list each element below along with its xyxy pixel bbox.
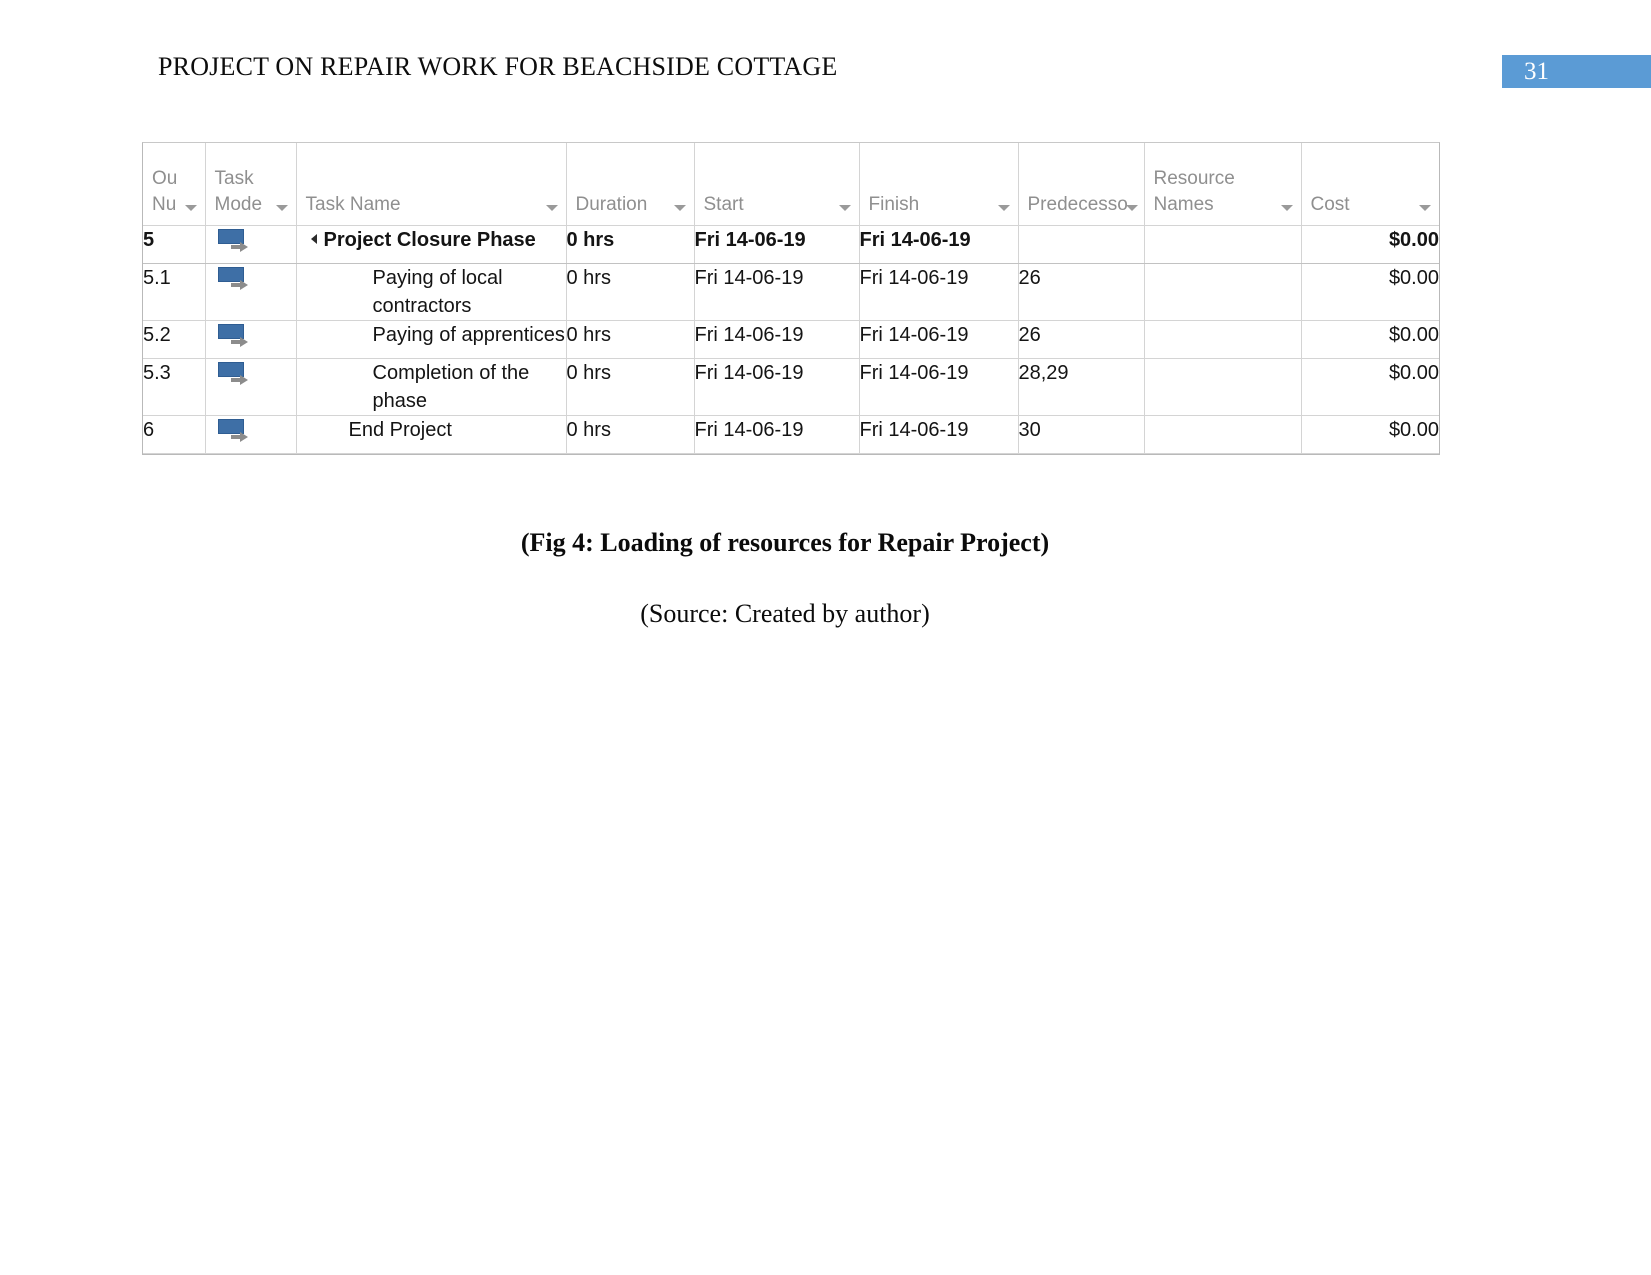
- cell-task-mode[interactable]: [205, 358, 297, 416]
- cell-outline-number: 5.3: [143, 358, 206, 416]
- column-header-cost[interactable]: Cost: [1301, 143, 1439, 226]
- filter-dropdown-icon[interactable]: [184, 205, 197, 211]
- table-body: 5 Project Closure Phase 0 hrs Fri 14-06-19 F…: [143, 225, 1439, 454]
- cell-task-name: Paying of local contractors: [296, 263, 567, 321]
- cell-predecessors: 26: [1018, 320, 1145, 359]
- filter-dropdown-icon[interactable]: [275, 205, 288, 211]
- cell-outline-number: 6: [143, 415, 206, 454]
- filter-dropdown-icon[interactable]: [838, 205, 851, 211]
- table-row[interactable]: 5.1 Paying of local contractors 0 hrs Fri 1…: [143, 263, 1439, 321]
- cell-cost: $0.00: [1301, 225, 1439, 264]
- column-header-label: Predecesso: [1027, 194, 1128, 215]
- document-header: PROJECT ON REPAIR WORK FOR BEACHSIDE COT…: [0, 0, 1651, 100]
- cell-duration: 0 hrs: [566, 415, 695, 454]
- table-header-row: Ou Nu Task Mode Task Name Duration Start…: [143, 143, 1439, 226]
- task-name-label: Paying of apprentices: [372, 324, 565, 346]
- cell-finish: Fri 14-06-19: [859, 415, 1019, 454]
- column-header-line2: Nu: [152, 194, 177, 215]
- cell-outline-number: 5.1: [143, 263, 206, 321]
- cell-task-name: Project Closure Phase: [296, 225, 567, 264]
- cell-resource-names: [1144, 415, 1302, 454]
- cell-task-name: Paying of apprentices: [296, 320, 567, 359]
- cell-predecessors: 28,29: [1018, 358, 1145, 416]
- cell-finish: Fri 14-06-19: [859, 225, 1019, 264]
- cell-cost: $0.00: [1301, 415, 1439, 454]
- cell-finish: Fri 14-06-19: [859, 358, 1019, 416]
- filter-dropdown-icon[interactable]: [545, 205, 558, 211]
- cell-predecessors: [1018, 225, 1145, 264]
- cell-finish: Fri 14-06-19: [859, 263, 1019, 321]
- column-header-label: Start: [703, 194, 744, 215]
- filter-dropdown-icon[interactable]: [1419, 205, 1431, 211]
- cell-duration: 0 hrs: [566, 263, 695, 321]
- column-header-duration[interactable]: Duration: [566, 143, 695, 226]
- page-number-badge: 31: [1502, 55, 1651, 88]
- column-header-finish[interactable]: Finish: [859, 143, 1019, 226]
- column-header-line1: Resource: [1153, 168, 1235, 189]
- cell-task-mode[interactable]: [205, 415, 297, 454]
- task-name-label: Completion of the phase: [372, 362, 530, 412]
- column-header-line1: Task: [214, 168, 254, 189]
- cell-outline-number: 5: [143, 225, 206, 264]
- cell-predecessors: 30: [1018, 415, 1145, 454]
- column-header-label: Finish: [868, 194, 920, 215]
- cell-resource-names: [1144, 320, 1302, 359]
- cell-duration: 0 hrs: [566, 358, 695, 416]
- page-title: PROJECT ON REPAIR WORK FOR BEACHSIDE COT…: [158, 52, 838, 81]
- cell-start: Fri 14-06-19: [694, 415, 860, 454]
- cell-start: Fri 14-06-19: [694, 358, 860, 416]
- cell-outline-number: 5.2: [143, 320, 206, 359]
- cell-finish: Fri 14-06-19: [859, 320, 1019, 359]
- cell-predecessors: 26: [1018, 263, 1145, 321]
- cell-start: Fri 14-06-19: [694, 263, 860, 321]
- column-header-line1: Ou: [152, 168, 178, 189]
- cell-task-mode[interactable]: [205, 320, 297, 359]
- filter-dropdown-icon[interactable]: [1280, 205, 1293, 211]
- column-header-resource-names[interactable]: Resource Names: [1144, 143, 1302, 226]
- project-schedule-table: Ou Nu Task Mode Task Name Duration Start…: [142, 142, 1440, 455]
- column-header-label: Cost: [1310, 194, 1350, 215]
- cell-cost: $0.00: [1301, 320, 1439, 359]
- task-name-label: Paying of local contractors: [372, 267, 503, 317]
- table-row[interactable]: 5 Project Closure Phase 0 hrs Fri 14-06-19 F…: [143, 225, 1439, 264]
- collapse-triangle-icon[interactable]: [310, 233, 317, 244]
- table-row[interactable]: 6 End Project 0 hrs Fri 14-06-19 Fri 14-06-1…: [143, 415, 1439, 454]
- cell-cost: $0.00: [1301, 358, 1439, 416]
- cell-task-mode[interactable]: [205, 225, 297, 264]
- cell-duration: 0 hrs: [566, 225, 695, 264]
- figure-caption: (Fig 4: Loading of resources for Repair …: [520, 528, 1050, 557]
- cell-resource-names: [1144, 225, 1302, 264]
- cell-resource-names: [1144, 263, 1302, 321]
- column-header-outline-number[interactable]: Ou Nu: [143, 143, 206, 226]
- filter-dropdown-icon[interactable]: [997, 205, 1010, 211]
- auto-schedule-icon[interactable]: [217, 419, 252, 445]
- column-header-start[interactable]: Start: [694, 143, 860, 226]
- filter-dropdown-icon[interactable]: [673, 205, 686, 211]
- cell-start: Fri 14-06-19: [694, 320, 860, 359]
- auto-schedule-icon[interactable]: [217, 324, 252, 350]
- cell-resource-names: [1144, 358, 1302, 416]
- filter-dropdown-icon[interactable]: [1125, 205, 1138, 211]
- task-name-label: Project Closure Phase: [297, 226, 536, 254]
- auto-schedule-icon[interactable]: [217, 267, 252, 293]
- auto-schedule-icon[interactable]: [217, 362, 252, 388]
- column-header-label: Task Name: [305, 194, 401, 215]
- cell-task-name: Completion of the phase: [296, 358, 567, 416]
- task-name-label: End Project: [348, 419, 452, 441]
- cell-start: Fri 14-06-19: [694, 225, 860, 264]
- column-header-line2: Mode: [214, 194, 263, 215]
- cell-cost: $0.00: [1301, 263, 1439, 321]
- cell-task-name: End Project: [296, 415, 567, 454]
- table-row[interactable]: 5.2 Paying of apprentices 0 hrs Fri 14-06-1…: [143, 320, 1439, 359]
- column-header-line2: Names: [1153, 194, 1214, 215]
- column-header-task-mode[interactable]: Task Mode: [205, 143, 297, 226]
- column-header-label: Duration: [575, 194, 648, 215]
- auto-schedule-icon[interactable]: [217, 229, 252, 255]
- cell-duration: 0 hrs: [566, 320, 695, 359]
- column-header-predecessors[interactable]: Predecesso: [1018, 143, 1145, 226]
- figure-source: (Source: Created by author): [640, 599, 930, 628]
- cell-task-mode[interactable]: [205, 263, 297, 321]
- column-header-task-name[interactable]: Task Name: [296, 143, 567, 226]
- table-row[interactable]: 5.3 Completion of the phase 0 hrs Fri 14-06…: [143, 358, 1439, 416]
